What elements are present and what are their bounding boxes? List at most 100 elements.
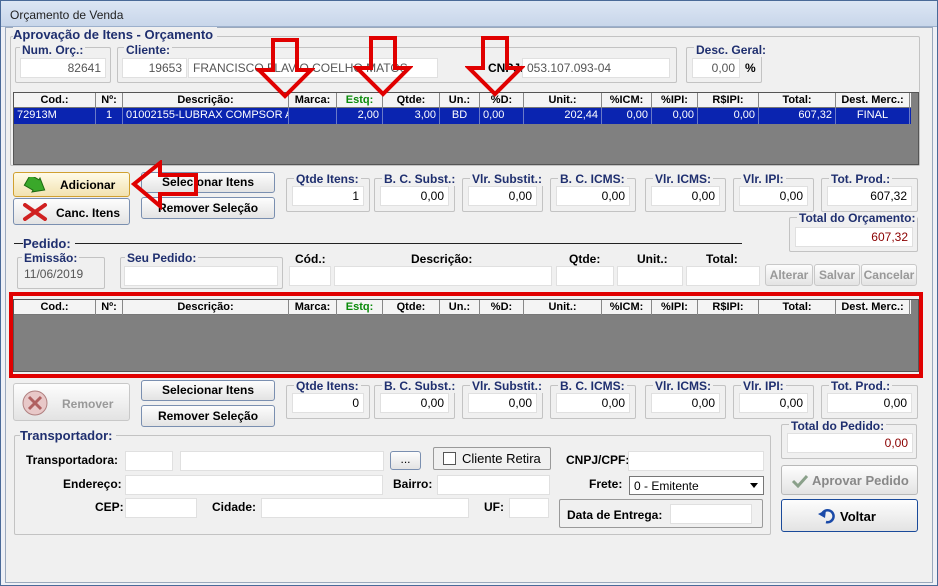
pedido-remover-selecao-button[interactable]: Remover Seleção — [141, 405, 275, 427]
cnpj-cpf-field[interactable] — [628, 451, 764, 471]
pedido-bc-subst-field[interactable]: 0,00 — [380, 393, 449, 413]
frete-label: Frete: — [589, 477, 623, 491]
column-header-pct-ipi[interactable]: %IPI: — [652, 93, 698, 108]
total-field[interactable] — [686, 266, 760, 286]
browse-label: ... — [400, 452, 411, 466]
pedido-bc-subst-label: B. C. Subst.: — [382, 379, 458, 393]
pedido-qtde-itens-label: Qtde Itens: — [294, 379, 361, 393]
descricao-field[interactable] — [334, 266, 552, 286]
transportadora-code-field[interactable] — [125, 451, 173, 471]
total-pedido-label: Total do Pedido: — [789, 419, 887, 433]
adicionar-label: Adicionar — [60, 178, 116, 192]
column-header-unit[interactable]: Unit.: — [524, 93, 602, 108]
cep-field[interactable] — [125, 498, 197, 518]
desc-geral-field[interactable]: 0,00 — [692, 58, 740, 78]
pedido-vlr-subst-label: Vlr. Substit.: — [470, 379, 545, 393]
cell-marca — [289, 108, 337, 124]
pedido-bc-icms-field[interactable]: 0,00 — [556, 393, 630, 413]
approval-bc-subst-field[interactable]: 0,00 — [380, 186, 449, 206]
column-header-total[interactable]: Total: — [759, 93, 836, 108]
approval-qtde-itens-field[interactable]: 1 — [292, 186, 364, 206]
column-header-num[interactable]: Nº: — [96, 93, 123, 108]
cell-pct-d: 0,00 — [480, 108, 524, 124]
total-pedido-field[interactable]: 0,00 — [787, 433, 913, 453]
checkmark-icon — [791, 474, 809, 488]
cancelar-button[interactable]: Cancelar — [861, 264, 917, 286]
seu-pedido-field[interactable] — [124, 266, 278, 286]
alterar-label: Alterar — [769, 268, 809, 282]
approval-vlr-icms-field[interactable]: 0,00 — [651, 186, 720, 206]
approval-vlr-ipi-label: Vlr. IPI: — [741, 172, 786, 186]
unit-field[interactable] — [617, 266, 683, 286]
cidade-field[interactable] — [261, 498, 469, 518]
data-entrega-field[interactable] — [670, 504, 752, 524]
alterar-button[interactable]: Alterar — [765, 264, 813, 286]
frete-selected-value: 0 - Emitente — [634, 479, 699, 493]
cod-field[interactable] — [289, 266, 331, 286]
pedido-vlr-subst-field[interactable]: 0,00 — [468, 393, 537, 413]
table-row[interactable]: 72913M 1 01002155-LUBRAX COMPSOR AC 2,00 3,0… — [14, 108, 911, 124]
total-orcamento-field[interactable]: 607,32 — [795, 227, 913, 247]
salvar-label: Salvar — [818, 268, 856, 282]
endereco-label: Endereço: — [63, 477, 122, 491]
data-entrega-label: Data de Entrega: — [567, 508, 663, 522]
qtde-field[interactable] — [556, 266, 614, 286]
chevron-down-icon[interactable] — [749, 482, 759, 490]
undo-arrow-icon — [818, 509, 835, 524]
qtde-label: Qtde: — [569, 252, 601, 266]
column-header-dest-merc[interactable]: Dest. Merc.: — [836, 93, 910, 108]
endereco-field[interactable] — [125, 475, 383, 495]
voltar-label: Voltar — [840, 509, 876, 524]
remover-button[interactable]: Remover — [13, 383, 130, 421]
desc-geral-label: Desc. Geral: — [694, 43, 769, 57]
cell-qtde: 3,00 — [383, 108, 440, 124]
aprovar-pedido-button[interactable]: Aprovar Pedido — [781, 465, 918, 495]
approval-bc-subst-label: B. C. Subst.: — [382, 172, 458, 186]
transportadora-name-field[interactable] — [180, 451, 384, 471]
pedido-tot-prod-field[interactable]: 0,00 — [827, 393, 912, 413]
approval-vlr-subst-field[interactable]: 0,00 — [468, 186, 537, 206]
descricao-label: Descrição: — [411, 252, 473, 266]
approval-items-grid[interactable]: Cod.: Nº: Descrição: Marca: Estq: Qtde: Un.: %D… — [13, 92, 919, 165]
cell-estq: 2,00 — [337, 108, 383, 124]
pedido-qtde-itens-field[interactable]: 0 — [292, 393, 364, 413]
canc-itens-label: Canc. Itens — [56, 206, 121, 220]
cnpj-cpf-label: CNPJ/CPF: — [566, 453, 630, 467]
approval-vlr-ipi-field[interactable]: 0,00 — [739, 186, 808, 206]
approval-bc-icms-field[interactable]: 0,00 — [556, 186, 630, 206]
frete-select[interactable]: 0 - Emitente — [629, 476, 764, 495]
salvar-button[interactable]: Salvar — [814, 264, 860, 286]
num-orc-field[interactable]: 82641 — [20, 58, 106, 78]
cell-rs-ipi: 0,00 — [698, 108, 759, 124]
column-header-pct-icm[interactable]: %ICM: — [602, 93, 652, 108]
column-header-cod[interactable]: Cod.: — [14, 93, 96, 108]
cell-dest-merc: FINAL — [836, 108, 910, 124]
cell-pct-icm: 0,00 — [602, 108, 652, 124]
unit-label: Unit.: — [637, 252, 668, 266]
approval-vlr-subst-label: Vlr. Substit.: — [470, 172, 545, 186]
cnpj-field[interactable]: 053.107.093-04 — [522, 58, 670, 78]
red-down-arrow-icon — [353, 36, 413, 97]
voltar-button[interactable]: Voltar — [781, 499, 918, 532]
pedido-vlr-ipi-field[interactable]: 0,00 — [739, 393, 808, 413]
pedido-selecionar-itens-button[interactable]: Selecionar Itens — [141, 380, 275, 401]
browse-button[interactable]: ... — [390, 451, 421, 470]
pedido-tot-prod-label: Tot. Prod.: — [829, 379, 893, 393]
adicionar-button[interactable]: Adicionar — [13, 172, 130, 197]
approval-tot-prod-field[interactable]: 607,32 — [827, 186, 912, 206]
cell-num: 1 — [96, 108, 123, 124]
bairro-field[interactable] — [437, 475, 550, 495]
emissao-field[interactable]: 11/06/2019 — [20, 265, 102, 285]
canc-itens-button[interactable]: Canc. Itens — [13, 198, 130, 225]
uf-field[interactable] — [509, 498, 549, 518]
cep-label: CEP: — [95, 500, 124, 514]
cliente-code-field[interactable]: 19653 — [122, 58, 187, 78]
green-arrow-down-icon — [23, 177, 46, 193]
cod-label: Cód.: — [295, 252, 326, 266]
red-x-icon — [23, 203, 47, 221]
seu-pedido-label: Seu Pedido: — [125, 251, 199, 265]
uf-label: UF: — [484, 500, 504, 514]
pedido-vlr-icms-field[interactable]: 0,00 — [651, 393, 720, 413]
column-header-rs-ipi[interactable]: R$IPI: — [698, 93, 759, 108]
cliente-retira-checkbox[interactable] — [443, 452, 456, 465]
